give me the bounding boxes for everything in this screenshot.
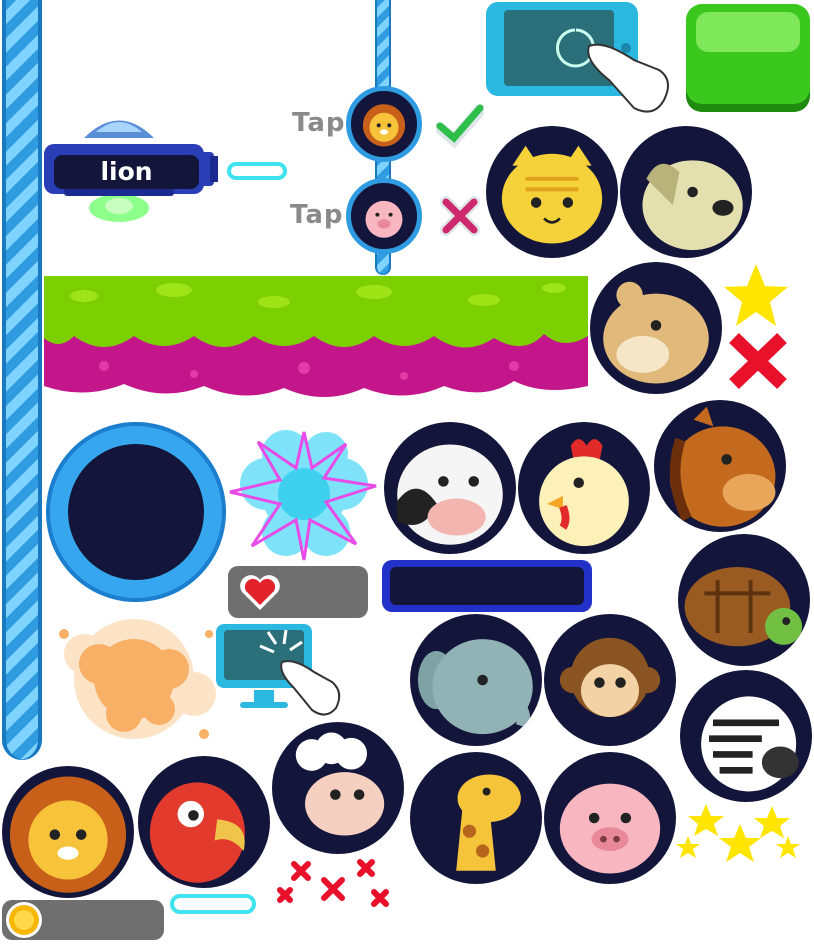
sheep-card[interactable] (272, 722, 404, 854)
turtle-card[interactable] (678, 534, 810, 666)
tap-label-2: Tap (290, 200, 344, 230)
star-icon (722, 262, 790, 328)
checkmark-icon (434, 104, 486, 149)
heart-icon (238, 572, 282, 612)
chicken-card[interactable] (518, 422, 650, 554)
coin-icon (4, 900, 44, 940)
cross-large-icon (726, 330, 790, 392)
lion-card[interactable] (2, 766, 134, 898)
tap-label-1: Tap (292, 108, 346, 138)
cyan-pill-top (227, 162, 287, 180)
monkey-card[interactable] (544, 614, 676, 746)
explosion-icon (226, 424, 382, 564)
horse-card[interactable] (654, 400, 786, 532)
zebra-card[interactable] (680, 670, 812, 802)
tap-lion-button[interactable] (346, 86, 422, 162)
hamster-card[interactable] (590, 262, 722, 394)
cat-card[interactable] (486, 126, 618, 258)
target-word-label: lion (54, 155, 199, 189)
crosses-cluster-icon (274, 858, 400, 918)
stars-cluster-icon (676, 802, 802, 872)
tablet-touch-icon[interactable] (484, 0, 684, 120)
slime-terrain (44, 276, 588, 412)
elephant-card[interactable] (410, 614, 542, 746)
cyan-pill-bottom (170, 894, 256, 914)
cow-card[interactable] (384, 422, 516, 554)
black-hole-icon[interactable] (46, 422, 226, 602)
splash-icon (44, 604, 224, 754)
pig-card[interactable] (544, 752, 676, 884)
green-button-icon[interactable] (684, 2, 812, 114)
dog-card[interactable] (620, 126, 752, 258)
tap-pig-button[interactable] (346, 178, 422, 254)
cross-icon (440, 196, 480, 236)
left-striped-pole (2, 0, 42, 760)
progress-bar (382, 560, 592, 612)
parrot-card[interactable] (138, 756, 270, 888)
monitor-touch-icon[interactable] (214, 622, 350, 718)
giraffe-card[interactable] (410, 752, 542, 884)
